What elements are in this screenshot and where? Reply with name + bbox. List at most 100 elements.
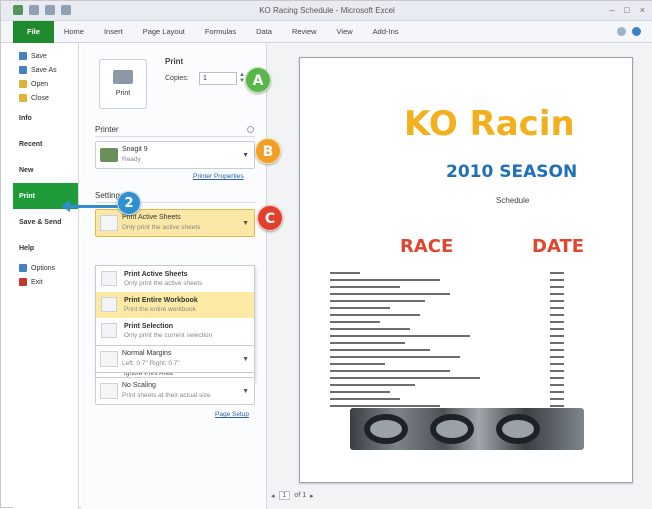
printer-dropdown[interactable]: Snagit 9 Ready ▼ — [95, 141, 255, 169]
save-icon — [19, 52, 27, 60]
menu-exit[interactable]: Exit — [13, 275, 78, 289]
tab-view[interactable]: View — [327, 21, 363, 43]
preview-schedule-row — [330, 270, 620, 277]
race-date-line — [550, 279, 564, 281]
tab-file[interactable]: File — [13, 20, 54, 43]
page-total: of 1 — [294, 492, 307, 499]
menu-options[interactable]: Options — [13, 261, 78, 275]
race-date-line — [550, 328, 564, 330]
maximize-button[interactable]: □ — [624, 5, 629, 15]
next-page-icon[interactable]: ▸ — [310, 492, 314, 500]
menu-save-as[interactable]: Save As — [13, 63, 78, 77]
race-date-line — [550, 349, 564, 351]
backstage-menu: Save Save As Open Close Info Recent New … — [13, 43, 79, 509]
scaling-dropdown[interactable]: No Scaling Print sheets at their actual … — [95, 377, 255, 405]
printer-properties-link[interactable]: Printer Properties — [193, 173, 244, 180]
tab-add-ins[interactable]: Add-Ins — [363, 21, 409, 43]
minimize-ribbon-icon[interactable] — [617, 27, 626, 36]
save-as-icon — [19, 66, 27, 74]
option-sub: Print the entire workbook — [124, 306, 196, 313]
option-print-active-sheets[interactable]: Print Active Sheets Only print the activ… — [96, 266, 254, 292]
race-name-line — [330, 349, 430, 351]
title-bar: KO Racing Schedule - Microsoft Excel – □… — [1, 1, 652, 21]
close-button[interactable]: × — [640, 5, 645, 15]
chevron-down-icon: ▼ — [242, 220, 249, 227]
preview-schedule-row — [330, 354, 620, 361]
menu-save-and-send[interactable]: Save & Send — [13, 209, 78, 235]
option-print-selection[interactable]: Print Selection Only print the current s… — [96, 318, 254, 344]
tab-formulas[interactable]: Formulas — [195, 21, 246, 43]
tire-graphic — [496, 414, 540, 444]
copies-label: Copies: — [165, 75, 189, 82]
race-date-line — [550, 272, 564, 274]
menu-open[interactable]: Open — [13, 77, 78, 91]
preview-schedule-row — [330, 375, 620, 382]
menu-info[interactable]: Info — [13, 105, 78, 131]
preview-schedule-row — [330, 305, 620, 312]
menu-save-as-label: Save As — [31, 66, 57, 74]
preview-schedule-row — [330, 340, 620, 347]
ribbon-tabs: File Home Insert Page Layout Formulas Da… — [1, 20, 652, 43]
menu-save[interactable]: Save — [13, 49, 78, 63]
window-controls: – □ × — [609, 5, 645, 15]
race-name-line — [330, 321, 380, 323]
sheets-icon — [101, 271, 117, 286]
page-navigator: ◂ 1 of 1 ▸ — [271, 491, 314, 500]
preview-schedule-row — [330, 347, 620, 354]
preview-page: KO Racin 2010 SEASON Schedule RACE DATE — [299, 57, 633, 483]
callout-arrow-line — [67, 205, 119, 208]
menu-close[interactable]: Close — [13, 91, 78, 105]
menu-exit-label: Exit — [31, 278, 43, 286]
margins-dropdown[interactable]: Normal Margins Left: 0.7" Right: 0.7" ▼ — [95, 345, 255, 373]
tab-data[interactable]: Data — [246, 21, 282, 43]
preview-schedule-row — [330, 389, 620, 396]
menu-recent[interactable]: Recent — [13, 131, 78, 157]
menu-close-label: Close — [31, 94, 49, 102]
chevron-down-icon: ▼ — [242, 356, 249, 363]
page-number-input[interactable]: 1 — [278, 491, 291, 500]
race-date-line — [550, 321, 564, 323]
print-what-dropdown[interactable]: Print Active Sheets Only print the activ… — [95, 209, 255, 237]
race-date-line — [550, 405, 564, 407]
printer-divider — [95, 136, 255, 137]
ribbon-help-icons — [617, 27, 641, 36]
callout-b: B — [255, 138, 281, 164]
preview-schedule-row — [330, 361, 620, 368]
margins-title: Normal Margins — [122, 350, 172, 357]
race-date-line — [550, 307, 564, 309]
option-print-entire-workbook[interactable]: Print Entire Workbook Print the entire w… — [96, 292, 254, 318]
race-name-line — [330, 398, 400, 400]
help-icon[interactable] — [632, 27, 641, 36]
callout-c: C — [257, 205, 283, 231]
margins-sub: Left: 0.7" Right: 0.7" — [122, 360, 180, 367]
tab-page-layout[interactable]: Page Layout — [133, 21, 195, 43]
tab-home[interactable]: Home — [54, 21, 94, 43]
menu-new[interactable]: New — [13, 157, 78, 183]
copies-input[interactable]: 1 — [199, 72, 237, 85]
preview-schedule-rows — [330, 270, 620, 410]
prev-page-icon[interactable]: ◂ — [271, 492, 275, 500]
tab-review[interactable]: Review — [282, 21, 327, 43]
printer-icon — [100, 148, 118, 162]
print-what-sub: Only print the active sheets — [122, 224, 201, 231]
race-name-line — [330, 286, 400, 288]
preview-schedule-row — [330, 326, 620, 333]
race-date-line — [550, 293, 564, 295]
option-title: Print Entire Workbook — [124, 297, 198, 304]
preview-race-header: RACE — [400, 236, 454, 257]
printer-icon — [113, 70, 133, 84]
minimize-button[interactable]: – — [609, 5, 614, 15]
callout-step-2: 2 — [117, 191, 141, 215]
print-button[interactable]: Print — [99, 59, 147, 109]
tab-insert[interactable]: Insert — [94, 21, 133, 43]
print-button-label: Print — [115, 90, 131, 97]
chevron-down-icon: ▼ — [242, 152, 249, 159]
race-date-line — [550, 398, 564, 400]
callout-a: A — [245, 67, 271, 93]
page-setup-link[interactable]: Page Setup — [215, 411, 249, 418]
menu-help[interactable]: Help — [13, 235, 78, 261]
options-icon — [19, 264, 27, 272]
race-name-line — [330, 363, 385, 365]
info-icon[interactable] — [247, 126, 254, 133]
race-date-line — [550, 391, 564, 393]
